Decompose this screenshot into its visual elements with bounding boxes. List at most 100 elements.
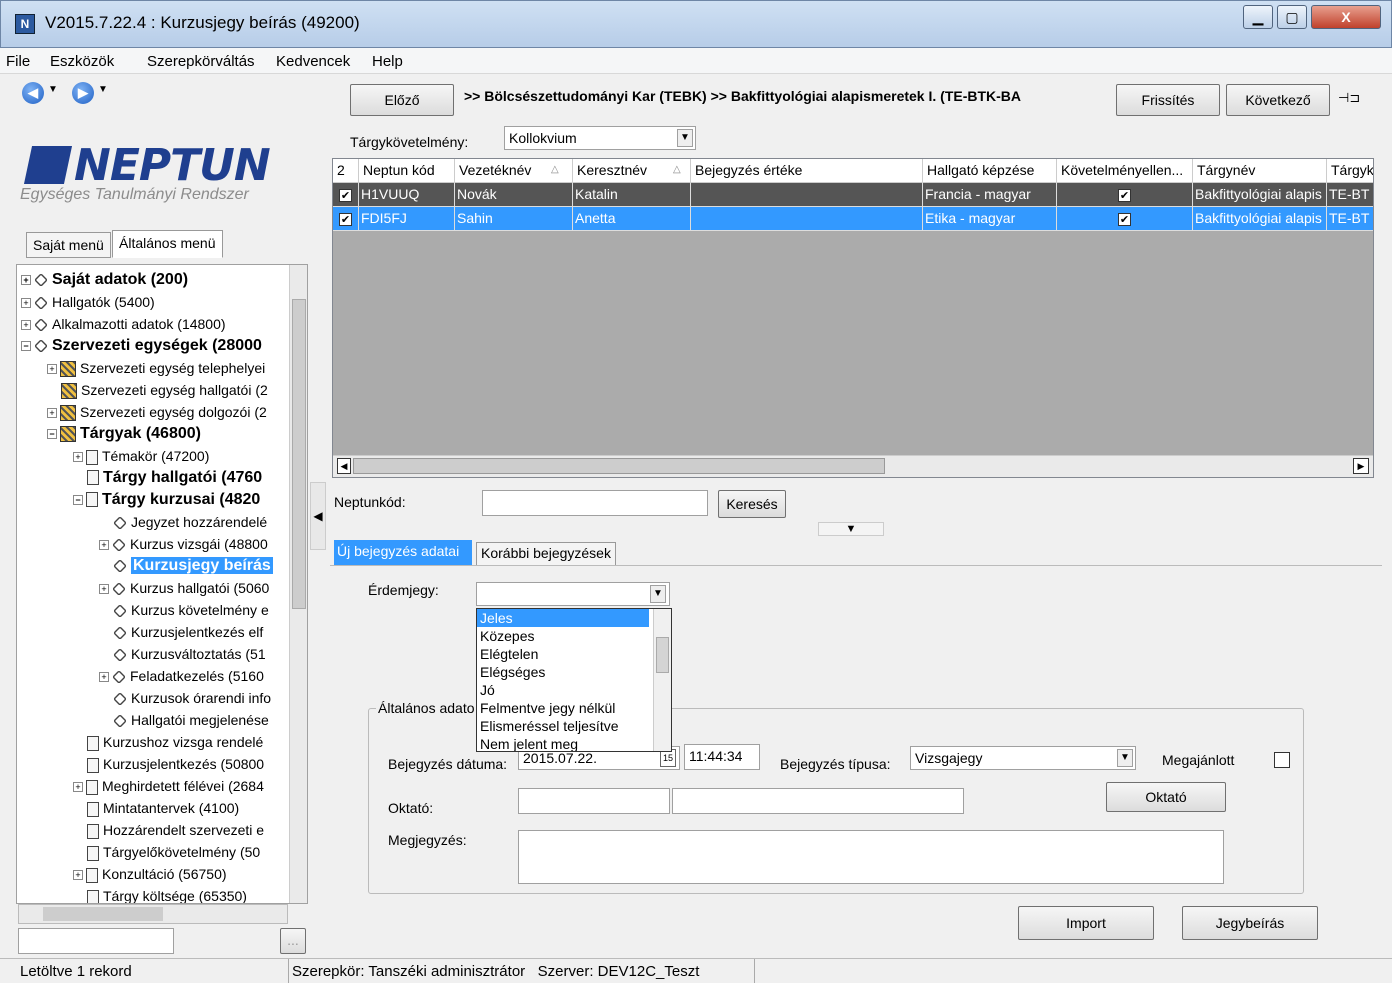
grid-cell[interactable]: Etika - magyar	[923, 207, 1057, 231]
requirement-checkbox[interactable]: ✔	[1057, 183, 1193, 207]
teacher-code-input[interactable]	[518, 788, 670, 814]
forward-dropdown-icon[interactable]: ▼	[98, 84, 108, 95]
tree-item[interactable]: Hallgatói megjelenése	[113, 709, 269, 731]
next-button[interactable]: Következő	[1226, 84, 1330, 116]
menu-tools[interactable]: Eszközök	[50, 53, 114, 70]
tab-new-entry[interactable]: Új bejegyzés adatai	[334, 540, 472, 566]
tree-item[interactable]: Kurzus követelmény e	[113, 599, 269, 621]
maximize-button[interactable]: ▢	[1277, 5, 1307, 29]
grid-horizontal-scrollbar[interactable]: ◀ ▶	[333, 455, 1373, 477]
tree-item[interactable]: − Tárgyak (46800)	[47, 423, 201, 445]
prev-button[interactable]: Előző	[350, 84, 454, 116]
teacher-name-input[interactable]	[672, 788, 964, 814]
left-filter-button[interactable]: ...	[280, 928, 306, 954]
grid-header-value[interactable]: Bejegyzés értéke	[691, 159, 923, 183]
scrollbar-thumb[interactable]	[43, 907, 163, 921]
tab-own-menu[interactable]: Saját menü	[26, 232, 111, 258]
grid-cell[interactable]: Sahin	[455, 207, 573, 231]
grid-cell[interactable]: Anetta	[573, 207, 691, 231]
tree-item[interactable]: Kurzusváltoztatás (51	[113, 643, 266, 665]
grade-option[interactable]: Elégtelen	[477, 645, 671, 663]
pin-icon[interactable]: ⊣⊐	[1338, 90, 1360, 106]
chevron-down-icon[interactable]: ▼	[650, 585, 666, 603]
grid-header-requirement[interactable]: Követelményellen...	[1057, 159, 1193, 183]
menu-favorites[interactable]: Kedvencek	[276, 53, 350, 70]
grade-option[interactable]: Elégséges	[477, 663, 671, 681]
scrollbar-thumb[interactable]	[292, 299, 306, 609]
tree-vertical-scrollbar[interactable]	[289, 265, 307, 903]
tree-item[interactable]: Mintatantervek (4100)	[87, 797, 239, 819]
collapse-panel-icon[interactable]: ◀	[310, 482, 326, 550]
tree-item-selected[interactable]: Kurzusjegy beírás	[113, 555, 273, 577]
time-input[interactable]: 11:44:34	[684, 744, 760, 770]
requirement-combo[interactable]: Kollokvium ▼	[504, 126, 696, 150]
tree-item[interactable]: Tárgy költsége (65350)	[87, 885, 247, 903]
grid-header-code[interactable]: Tárgyk	[1327, 159, 1373, 183]
tree-item[interactable]: Tárgyelőkövetelmény (50	[87, 841, 260, 863]
tree-item[interactable]: Kurzusjelentkezés elf	[113, 621, 263, 643]
close-button[interactable]: X	[1311, 5, 1381, 29]
grid-header-course[interactable]: Tárgynév	[1193, 159, 1327, 183]
tree-item[interactable]: Hozzárendelt szervezeti e	[87, 819, 264, 841]
grade-option[interactable]: Elismeréssel teljesítve	[477, 717, 671, 735]
menu-help[interactable]: Help	[372, 53, 403, 70]
import-button[interactable]: Import	[1018, 906, 1154, 940]
tree-item[interactable]: + Kurzus vizsgái (48800	[99, 533, 268, 555]
tree-item[interactable]: Kurzusjelentkezés (50800	[87, 753, 264, 775]
tree-item[interactable]: − Szervezeti egységek (28000	[21, 335, 262, 357]
grid-cell[interactable]: FDI5FJ	[359, 207, 455, 231]
back-dropdown-icon[interactable]: ▼	[48, 84, 58, 95]
grid-cell[interactable]: Bakfittyológiai alapis	[1193, 183, 1327, 207]
left-filter-input[interactable]	[18, 928, 174, 954]
grid-cell[interactable]: Katalin	[573, 183, 691, 207]
scrollbar-thumb[interactable]	[656, 637, 669, 673]
tree-item[interactable]: Szervezeti egység hallgatói (2	[61, 379, 268, 401]
tree-item[interactable]: Jegyzet hozzárendelé	[113, 511, 267, 533]
grade-option[interactable]: Jó	[477, 681, 671, 699]
neptun-code-input[interactable]	[482, 490, 708, 516]
teacher-button[interactable]: Oktató	[1106, 782, 1226, 812]
tree-item[interactable]: Tárgy hallgatói (4760	[87, 467, 262, 489]
grid-cell[interactable]	[691, 183, 923, 207]
grid-cell[interactable]: Bakfittyológiai alapis	[1193, 207, 1327, 231]
minimize-button[interactable]: ▁	[1243, 5, 1273, 29]
menu-role-switch[interactable]: Szerepkörváltás	[147, 53, 255, 70]
scroll-left-icon[interactable]: ◀	[337, 458, 351, 474]
type-combo[interactable]: Vizsgajegy ▼	[910, 746, 1136, 770]
chevron-down-icon[interactable]: ▼	[1117, 749, 1133, 767]
search-button[interactable]: Keresés	[718, 490, 786, 518]
grid-cell[interactable]: H1VUUQ	[359, 183, 455, 207]
tree-item[interactable]: + Témakör (47200)	[73, 445, 209, 467]
menu-file[interactable]: File	[6, 53, 30, 70]
grid-cell[interactable]: TE-BT	[1327, 207, 1373, 231]
row-checkbox[interactable]: ✔	[333, 183, 359, 207]
tree-item[interactable]: + Konzultáció (56750)	[73, 863, 227, 885]
tree-item[interactable]: + Kurzus hallgatói (5060	[99, 577, 269, 599]
grid-header-training[interactable]: Hallgató képzése	[923, 159, 1057, 183]
grade-option[interactable]: Nem jelent meg	[477, 735, 671, 751]
grid-header-neptun[interactable]: Neptun kód	[359, 159, 455, 183]
offered-checkbox[interactable]	[1274, 752, 1290, 768]
tree-item[interactable]: − Tárgy kurzusai (4820	[73, 489, 260, 511]
grid-cell[interactable]: Francia - magyar	[923, 183, 1057, 207]
tree-item[interactable]: + Feladatkezelés (5160	[99, 665, 264, 687]
tree-horizontal-scrollbar[interactable]	[18, 904, 288, 924]
forward-arrow-icon[interactable]: ▶	[72, 82, 94, 104]
tree-item[interactable]: Kurzusok órarendi info	[113, 687, 271, 709]
tree-item[interactable]: + Meghirdetett félévei (2684	[73, 775, 264, 797]
chevron-down-icon[interactable]: ▼	[677, 129, 693, 147]
row-checkbox[interactable]: ✔	[333, 207, 359, 231]
tab-previous-entries[interactable]: Korábbi bejegyzések	[476, 542, 616, 566]
grade-option[interactable]: Jeles	[477, 609, 649, 627]
tab-general-menu[interactable]: Általános menü	[112, 230, 223, 258]
tree-item[interactable]: + Saját adatok (200)	[21, 269, 188, 291]
grid-cell[interactable]: TE-BT	[1327, 183, 1373, 207]
grid-cell[interactable]	[691, 207, 923, 231]
tree-item[interactable]: + Alkalmazotti adatok (14800)	[21, 313, 226, 335]
requirement-checkbox[interactable]: ✔	[1057, 207, 1193, 231]
tree-item[interactable]: + Szervezeti egység dolgozói (2	[47, 401, 267, 423]
refresh-button[interactable]: Frissítés	[1116, 84, 1220, 116]
expand-down-icon[interactable]: ▼	[818, 522, 884, 536]
dropdown-scrollbar[interactable]	[653, 609, 671, 751]
grade-submit-button[interactable]: Jegybeírás	[1182, 906, 1318, 940]
